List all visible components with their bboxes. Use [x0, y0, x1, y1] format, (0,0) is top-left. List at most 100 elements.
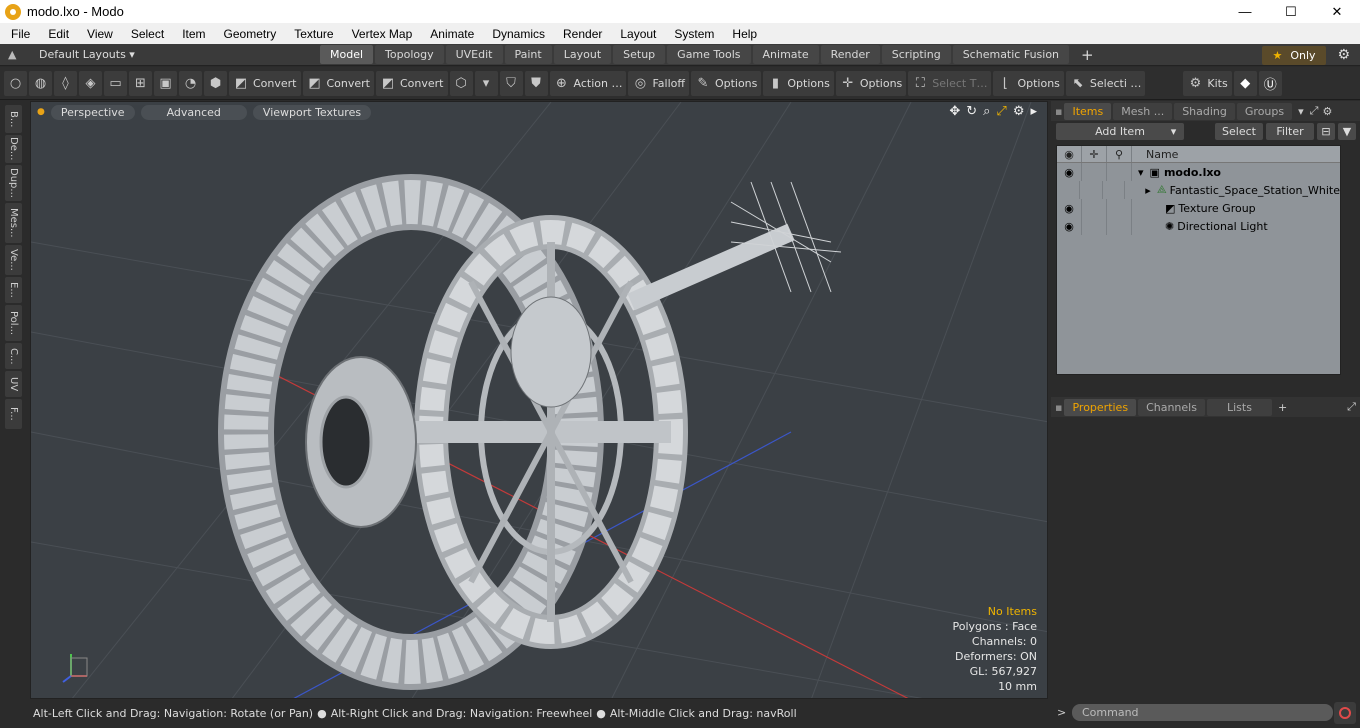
select-center-button[interactable]: ⊞: [129, 70, 152, 96]
menu-file[interactable]: File: [0, 27, 37, 41]
dropdown-button[interactable]: ▾: [474, 70, 498, 96]
viewport-menu-icon[interactable]: ▸: [1030, 104, 1037, 119]
tab-shading[interactable]: Shading: [1174, 102, 1235, 120]
filter-button[interactable]: Filter: [1266, 123, 1314, 140]
menu-select[interactable]: Select: [120, 27, 171, 41]
mesh-cube-button[interactable]: ⬡: [449, 70, 473, 96]
unity-button[interactable]: ◆: [1233, 70, 1257, 96]
tab-uvedit[interactable]: UVEdit: [445, 45, 503, 64]
chevron-down-icon[interactable]: ▾: [1298, 105, 1304, 118]
left-tab-curve[interactable]: C...: [5, 343, 22, 369]
select-vertices-button[interactable]: ○: [4, 70, 27, 96]
menu-layout[interactable]: Layout: [609, 27, 663, 41]
eye-icon[interactable]: ◉: [1057, 163, 1082, 181]
select-material-button[interactable]: ◔: [179, 70, 202, 96]
expand-arrow-icon[interactable]: ▾: [1138, 166, 1144, 179]
expand-icon[interactable]: ⤢: [1310, 104, 1319, 118]
left-tab-uv[interactable]: UV: [5, 371, 22, 397]
select-polygons-button[interactable]: ◈: [79, 70, 102, 96]
command-input[interactable]: Command: [1072, 704, 1333, 721]
tab-properties[interactable]: Properties: [1064, 398, 1137, 416]
component-mode-button[interactable]: ⬢: [204, 70, 227, 96]
viewport-textures-button[interactable]: Viewport Textures: [252, 104, 372, 120]
tab-scripting[interactable]: Scripting: [881, 45, 951, 64]
tab-groups[interactable]: Groups: [1236, 102, 1293, 120]
eye-icon[interactable]: ◉: [1057, 199, 1082, 217]
menu-help[interactable]: Help: [721, 27, 764, 41]
menu-edit[interactable]: Edit: [37, 27, 76, 41]
tab-model[interactable]: Model: [320, 45, 374, 64]
advanced-button[interactable]: Advanced: [140, 104, 247, 120]
convert-button-1[interactable]: ◩ Convert: [229, 70, 301, 96]
tab-lists[interactable]: Lists: [1206, 398, 1272, 416]
funnel-icon[interactable]: ▼: [1338, 123, 1356, 140]
3d-viewport[interactable]: ● Perspective Advanced Viewport Textures…: [30, 101, 1048, 699]
options-button-2[interactable]: ▮ Options: [763, 70, 834, 96]
menu-dynamics[interactable]: Dynamics: [481, 27, 552, 41]
left-tab-polygon[interactable]: Pol...: [5, 305, 22, 341]
selection-button[interactable]: ⬉ Selecti …: [1065, 70, 1146, 96]
tab-render[interactable]: Render: [820, 45, 880, 64]
left-tab-vertex[interactable]: Ve...: [5, 245, 22, 275]
viewport-gear-icon[interactable]: ⚙: [1013, 104, 1025, 119]
fit-icon[interactable]: ⤢: [996, 104, 1006, 119]
select-edges-button[interactable]: ◊: [54, 70, 77, 96]
tab-schematic-fusion[interactable]: Schematic Fusion: [952, 45, 1070, 64]
eye-icon[interactable]: ◉: [1057, 217, 1082, 235]
list-item[interactable]: ◉ ◩ Texture Group: [1057, 199, 1340, 217]
record-button[interactable]: [1334, 702, 1356, 724]
list-item[interactable]: ◉ ▾ ▣ modo.lxo: [1057, 163, 1340, 181]
list-item[interactable]: ◉ ✺ Directional Light: [1057, 217, 1340, 235]
left-tab-duplicate[interactable]: Dup...: [5, 165, 22, 201]
list-item[interactable]: ▸ ⟁ Fantastic_Space_Station_White: [1057, 181, 1340, 199]
falloff-button[interactable]: ◎ Falloff: [628, 70, 689, 96]
tab-setup[interactable]: Setup: [613, 45, 666, 64]
default-layouts-dropdown[interactable]: Default Layouts ▾: [39, 48, 135, 61]
tab-channels[interactable]: Channels: [1138, 398, 1205, 416]
expand-icon[interactable]: ⤢: [1347, 400, 1356, 414]
kits-button[interactable]: ⚙ Kits: [1183, 70, 1232, 96]
action-center-button[interactable]: ⊕ Action …: [549, 70, 627, 96]
close-button[interactable]: ✕: [1314, 0, 1360, 23]
tab-paint[interactable]: Paint: [504, 45, 552, 64]
zoom-icon[interactable]: ⌕: [983, 104, 990, 119]
symmetry-button[interactable]: ⛉: [499, 70, 523, 96]
options-button-3[interactable]: ✛ Options: [835, 70, 907, 96]
select-pivot-button[interactable]: ▣: [154, 70, 177, 96]
panel-gear-icon[interactable]: ⚙: [1322, 105, 1332, 118]
menu-system[interactable]: System: [663, 27, 721, 41]
convert-button-3[interactable]: ◩ Convert: [376, 70, 448, 96]
menu-texture[interactable]: Texture: [283, 27, 340, 41]
left-tab-fusion[interactable]: F...: [5, 399, 22, 429]
left-tab-basic[interactable]: B...: [5, 105, 22, 133]
menu-view[interactable]: View: [76, 27, 120, 41]
perspective-button[interactable]: Perspective: [50, 104, 135, 120]
tab-game-tools[interactable]: Game Tools: [667, 45, 751, 64]
menu-item[interactable]: Item: [171, 27, 212, 41]
menu-vertex-map[interactable]: Vertex Map: [341, 27, 420, 41]
menu-geometry[interactable]: Geometry: [213, 27, 284, 41]
left-tab-edge[interactable]: E...: [5, 277, 22, 303]
convert-button-2[interactable]: ◩ Convert: [302, 70, 374, 96]
tab-topology[interactable]: Topology: [375, 45, 444, 64]
add-tab-icon[interactable]: +: [1278, 401, 1287, 414]
select-items-button[interactable]: ▭: [104, 70, 127, 96]
layout-arrow-icon[interactable]: ▲: [8, 48, 22, 61]
select-sphere-button[interactable]: ◍: [29, 70, 52, 96]
snap-button[interactable]: ⛊: [524, 70, 548, 96]
select-through-button[interactable]: ⛶ Select T…: [908, 70, 992, 96]
collapse-icon[interactable]: ⊟: [1317, 123, 1335, 140]
options-button-1[interactable]: ✎ Options: [690, 70, 762, 96]
options-button-4[interactable]: ⌊ Options: [993, 70, 1064, 96]
gear-icon[interactable]: ⚙: [1337, 47, 1350, 63]
menu-animate[interactable]: Animate: [419, 27, 481, 41]
tab-animate[interactable]: Animate: [752, 45, 819, 64]
rotate-icon[interactable]: ↻: [966, 104, 977, 119]
tab-mesh[interactable]: Mesh ...: [1113, 102, 1173, 120]
unreal-button[interactable]: Ⓤ: [1258, 70, 1282, 96]
tab-items[interactable]: Items: [1064, 102, 1112, 120]
maximize-button[interactable]: ☐: [1268, 0, 1314, 23]
left-tab-mesh-edit[interactable]: Mes...: [5, 203, 22, 243]
expand-arrow-icon[interactable]: ▸: [1145, 184, 1151, 197]
add-item-dropdown[interactable]: ▾: [1164, 123, 1183, 140]
